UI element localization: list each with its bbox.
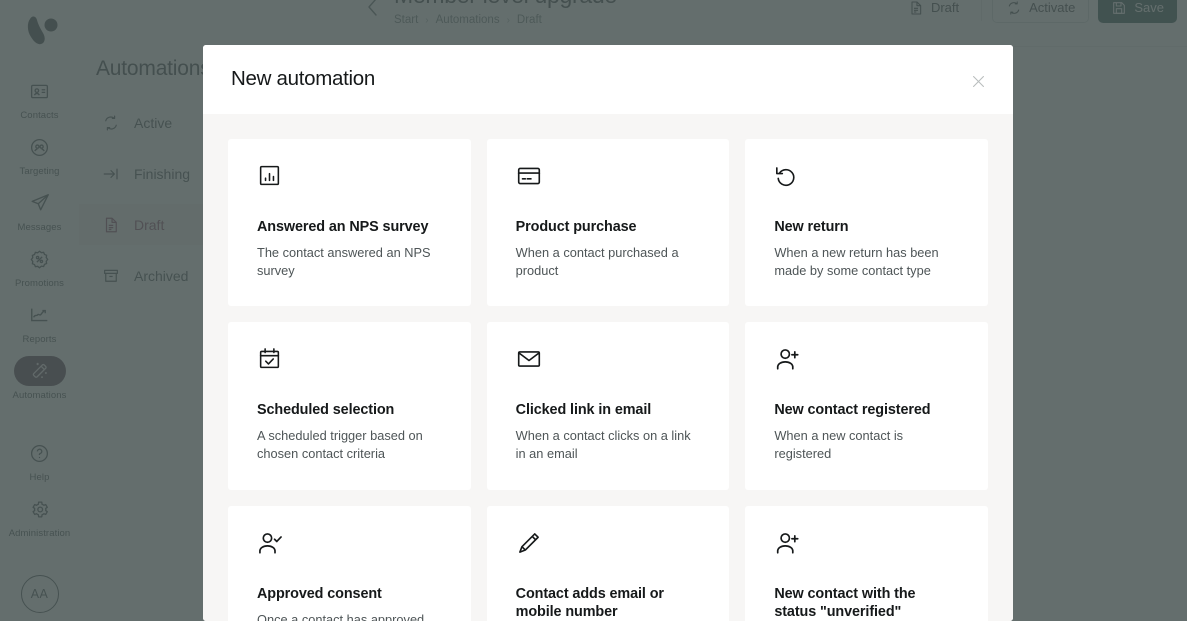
envelope-icon	[516, 346, 701, 376]
trigger-card-new-return[interactable]: New return When a new return has been ma…	[745, 139, 988, 307]
trigger-card-description: When a contact clicks on a link in an em…	[515, 428, 691, 462]
modal-title: New automation	[231, 67, 375, 90]
close-icon[interactable]	[965, 68, 991, 94]
trigger-card-approved-consent[interactable]: Approved consent Once a contact has appr…	[228, 505, 471, 621]
user-check-icon	[257, 530, 442, 560]
trigger-card-product-purchase[interactable]: Product purchase When a contact purchase…	[486, 139, 730, 307]
trigger-card-title: New contact with the status "unverified"	[774, 585, 916, 620]
trigger-card-description: When a contact purchased a product	[515, 245, 679, 279]
new-automation-modal: New automation Answered an NPS survey Th…	[203, 45, 1013, 621]
trigger-card-description: A scheduled trigger based on chosen cont…	[257, 428, 423, 462]
trigger-card-title: Contact adds email or mobile number	[515, 585, 664, 620]
trigger-card-new-contact-registered[interactable]: New contact registered When a new contac…	[745, 322, 988, 490]
calendar-check-icon	[257, 346, 442, 376]
app-root: Contacts Targeting	[0, 0, 1187, 621]
user-plus-icon	[774, 346, 959, 376]
automation-trigger-grid: Answered an NPS survey The contact answe…	[228, 139, 988, 621]
trigger-card-description: When a new contact is registered	[774, 428, 904, 462]
trigger-card-title: New contact registered	[774, 402, 931, 419]
trigger-card-clicked-link[interactable]: Clicked link in email When a contact cli…	[486, 322, 730, 490]
credit-card-icon	[516, 163, 701, 193]
trigger-card-description: When a new return has been made by some …	[774, 245, 939, 279]
trigger-card-title: Scheduled selection	[257, 402, 395, 419]
bar-chart-square-icon	[257, 163, 442, 193]
user-plus-icon	[774, 530, 959, 560]
trigger-card-title: Clicked link in email	[515, 402, 652, 419]
trigger-card-description: Once a contact has approved	[257, 611, 425, 621]
modal-header: New automation	[203, 45, 1013, 114]
undo-arrow-icon	[774, 163, 959, 193]
trigger-card-title: Approved consent	[257, 585, 382, 602]
pencil-icon	[516, 530, 701, 560]
trigger-card-contact-adds-contact-info[interactable]: Contact adds email or mobile number The …	[486, 505, 730, 621]
modal-body: Answered an NPS survey The contact answe…	[203, 114, 1013, 621]
trigger-card-title: Answered an NPS survey	[257, 219, 429, 235]
trigger-card-scheduled-selection[interactable]: Scheduled selection A scheduled trigger …	[228, 322, 471, 490]
trigger-card-title: New return	[774, 219, 849, 235]
trigger-card-nps-survey[interactable]: Answered an NPS survey The contact answe…	[228, 139, 471, 307]
trigger-card-new-contact-unverified[interactable]: New contact with the status "unverified"…	[745, 505, 988, 621]
trigger-card-description: The contact answered an NPS survey	[257, 245, 431, 279]
trigger-card-title: Product purchase	[515, 219, 637, 235]
